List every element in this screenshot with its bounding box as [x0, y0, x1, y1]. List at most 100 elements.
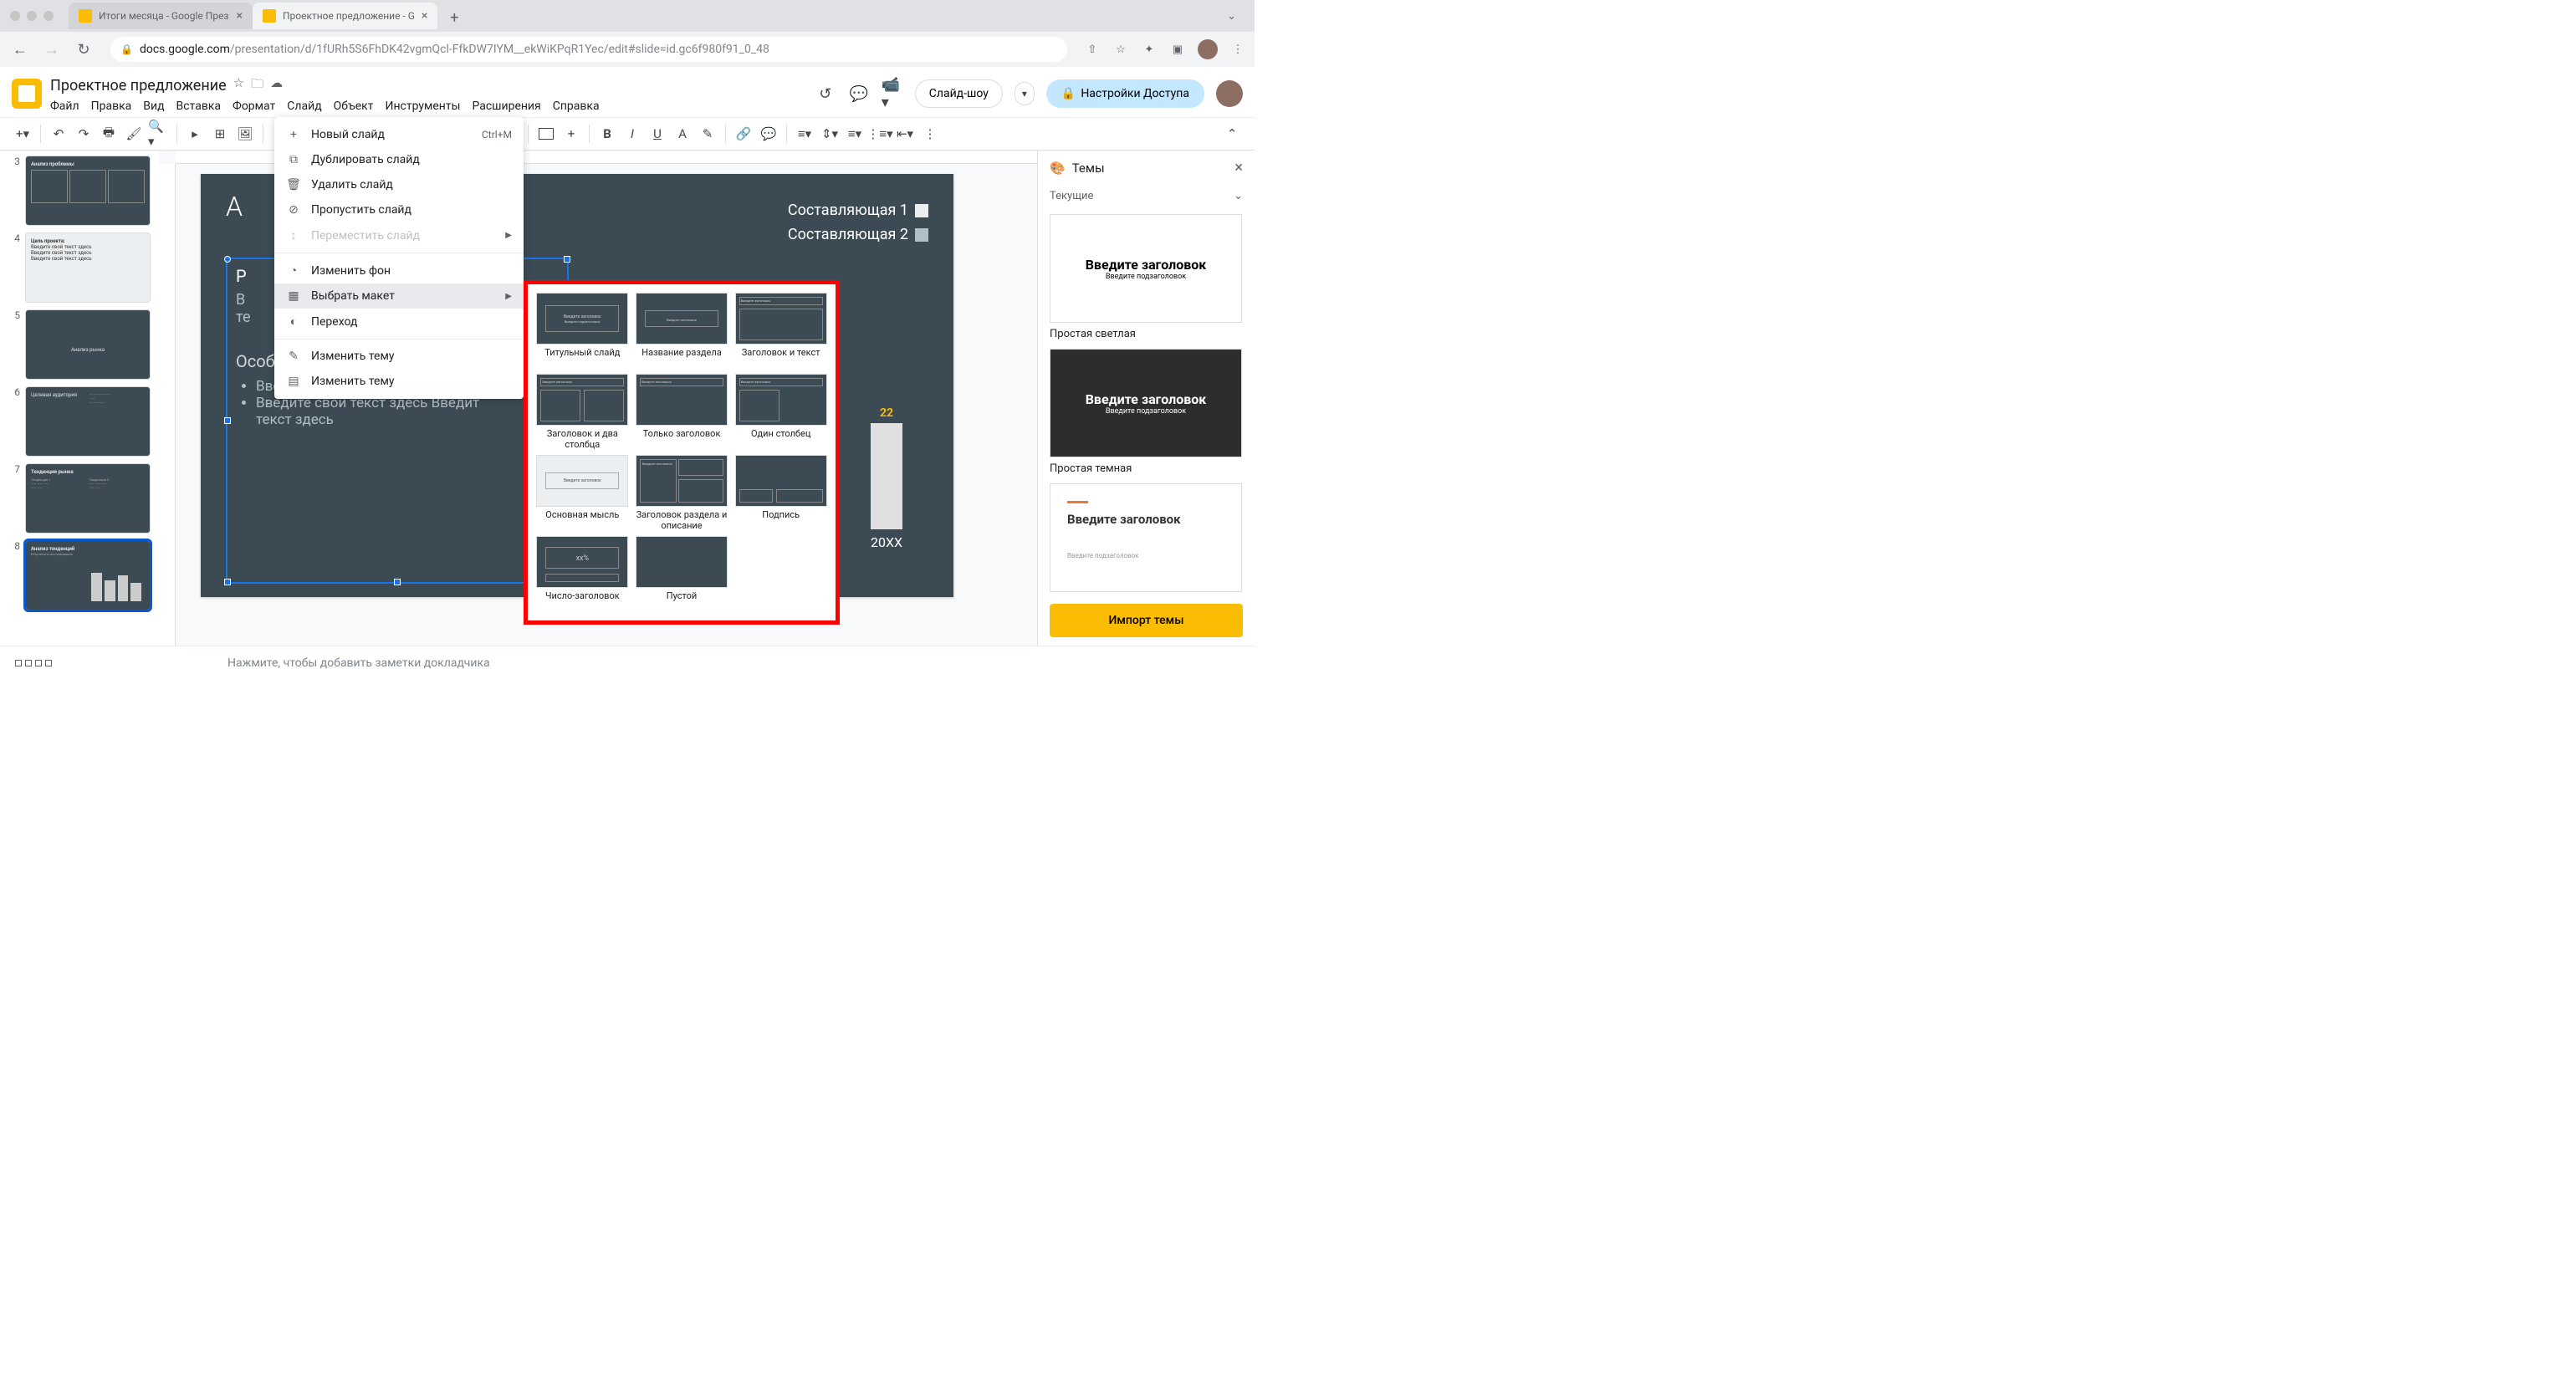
menu-item[interactable]: ▤Изменить тему	[274, 369, 524, 394]
numbered-list-button[interactable]: ≡▾	[844, 123, 866, 145]
menu-item[interactable]: ▦Выбрать макет▶	[274, 283, 524, 309]
reload-button[interactable]: ↻	[72, 38, 95, 61]
sidepanel-icon[interactable]: ▣	[1169, 41, 1186, 58]
new-tab-button[interactable]: +	[442, 6, 466, 29]
highlight-button[interactable]: ✎	[697, 123, 718, 145]
link-button[interactable]: 🔗	[733, 123, 754, 145]
slideshow-dropdown[interactable]: ▾	[1015, 82, 1035, 105]
browser-tab-2[interactable]: Проектное предложение - G ×	[253, 3, 437, 29]
resize-handle[interactable]	[224, 579, 231, 585]
explore-button[interactable]	[15, 660, 52, 666]
align-button[interactable]: ≡▾	[794, 123, 815, 145]
move-icon[interactable]: 🗀	[251, 75, 263, 96]
layout-option[interactable]	[636, 536, 728, 588]
indent-button[interactable]: ⇤▾	[894, 123, 916, 145]
slide-thumbnail[interactable]: Анализ проблемы	[25, 156, 151, 226]
slides-logo-icon[interactable]	[12, 79, 42, 109]
layout-option[interactable]: Введите заголовок	[735, 374, 827, 426]
zoom-button[interactable]: 🔍▾	[148, 123, 170, 145]
layout-option[interactable]: Введите заголовок	[536, 374, 628, 426]
textbox-tool[interactable]: ⊞	[209, 123, 231, 145]
select-tool[interactable]: ▸	[184, 123, 206, 145]
resize-handle[interactable]	[224, 256, 231, 263]
slideshow-button[interactable]: Слайд-шоу	[915, 79, 1003, 108]
slide-thumbnail[interactable]: Целевая аудитория— —— —— ————— —— ——	[25, 386, 151, 457]
menu-edit[interactable]: Правка	[91, 100, 132, 113]
share-icon[interactable]: ⇧	[1084, 41, 1101, 58]
cloud-status-icon[interactable]: ☁	[270, 75, 283, 96]
image-tool[interactable]: 🖼	[234, 123, 256, 145]
comments-icon[interactable]: 💬	[848, 83, 870, 105]
redo-button[interactable]: ↷	[73, 123, 95, 145]
menu-object[interactable]: Объект	[334, 100, 374, 113]
layout-option[interactable]: Введите заголовок	[735, 293, 827, 345]
menu-slide[interactable]: Слайд	[287, 100, 321, 113]
close-tab-icon[interactable]: ×	[422, 9, 427, 23]
text-color-button[interactable]: A	[672, 123, 693, 145]
layout-option[interactable]: Введите заголовок	[636, 374, 728, 426]
layout-option[interactable]: Введите заголовок	[536, 455, 628, 507]
menu-file[interactable]: Файл	[50, 100, 79, 113]
extensions-icon[interactable]: ✦	[1141, 41, 1158, 58]
slide-thumbnail[interactable]: Тенденции рынкаТенденция 1—— —— ———— ——Т…	[25, 463, 151, 534]
slide-panel[interactable]: 3Анализ проблемы 4Цель проекта:Введите с…	[0, 151, 159, 646]
layout-option[interactable]	[735, 455, 827, 507]
menu-item[interactable]: +Новый слайдCtrl+M	[274, 122, 524, 147]
back-button[interactable]: ←	[8, 38, 32, 61]
account-avatar[interactable]	[1216, 80, 1243, 107]
section-label[interactable]: Текущие	[1050, 190, 1093, 202]
history-icon[interactable]: ↺	[815, 83, 836, 105]
paint-format-button[interactable]: 🖌	[123, 123, 145, 145]
resize-handle[interactable]	[224, 417, 231, 424]
video-call-icon[interactable]: 📹▾	[882, 83, 903, 105]
slide-thumbnail[interactable]: Анализ тенденцийРезультаты исследования	[25, 540, 151, 610]
undo-button[interactable]: ↶	[48, 123, 69, 145]
slide-thumbnail[interactable]: Анализ рынка	[25, 309, 151, 380]
bold-button[interactable]: B	[596, 123, 618, 145]
close-tab-icon[interactable]: ×	[237, 9, 243, 23]
maximize-window[interactable]	[43, 11, 54, 21]
underline-button[interactable]: U	[647, 123, 668, 145]
document-title[interactable]: Проектное предложение	[50, 77, 227, 94]
menu-extensions[interactable]: Расширения	[472, 100, 540, 113]
slide-title[interactable]: А	[226, 191, 243, 222]
menu-icon[interactable]: ⋮	[1229, 41, 1246, 58]
chevron-down-icon[interactable]: ⌄	[1234, 190, 1243, 202]
theme-card[interactable]: Введите заголовокВведите подзаголовок Пр…	[1050, 349, 1243, 475]
theme-card[interactable]: Введите заголовокВведите подзаголовок По…	[1050, 483, 1243, 595]
close-panel-button[interactable]: ×	[1234, 159, 1243, 176]
close-window[interactable]	[10, 11, 20, 21]
layout-option[interactable]: xx%	[536, 536, 628, 588]
menu-item[interactable]: 🗑Удалить слайд	[274, 172, 524, 197]
minimize-window[interactable]	[27, 11, 37, 21]
menu-tools[interactable]: Инструменты	[385, 100, 460, 113]
menu-item[interactable]: ⊘Пропустить слайд	[274, 197, 524, 222]
italic-button[interactable]: I	[621, 123, 643, 145]
menu-item[interactable]: ↕Переместить слайд▶	[274, 222, 524, 248]
tabs-dropdown-icon[interactable]: ⌄	[1227, 10, 1236, 23]
speaker-notes-placeholder[interactable]: Нажмите, чтобы добавить заметки докладчи…	[227, 656, 490, 670]
menu-help[interactable]: Справка	[553, 100, 600, 113]
add-button[interactable]: +	[560, 123, 582, 145]
collapse-toolbar-button[interactable]: ⌃	[1221, 123, 1243, 145]
address-bar[interactable]: 🔒 docs.google.com/presentation/d/1fURh5S…	[110, 37, 1067, 62]
menu-item[interactable]: ◐Переход	[274, 309, 524, 334]
layout-option[interactable]: Введите заголовок	[636, 293, 728, 345]
resize-handle[interactable]	[564, 256, 570, 263]
menu-format[interactable]: Формат	[233, 100, 275, 113]
forward-button[interactable]: →	[40, 38, 64, 61]
slide-thumbnail[interactable]: Цель проекта:Введите свой текст здесьВве…	[25, 232, 151, 303]
layout-option[interactable]: Введите заголовок	[636, 455, 728, 507]
comment-button[interactable]: 💬	[758, 123, 779, 145]
line-spacing-button[interactable]: ⇕▾	[819, 123, 841, 145]
new-slide-button[interactable]: +▾	[12, 123, 33, 145]
profile-avatar[interactable]	[1198, 39, 1218, 59]
layout-option[interactable]: Введите заголовокВведите подзаголовок	[536, 293, 628, 345]
more-button[interactable]: ⋮	[919, 123, 941, 145]
resize-handle[interactable]	[394, 579, 401, 585]
star-icon[interactable]: ☆	[233, 75, 244, 96]
menu-item[interactable]: ⧉Дублировать слайд	[274, 147, 524, 172]
menu-item[interactable]: ◔Изменить фон	[274, 258, 524, 283]
menu-item[interactable]: ✎Изменить тему	[274, 344, 524, 369]
bulleted-list-button[interactable]: ⋮≡▾	[869, 123, 891, 145]
